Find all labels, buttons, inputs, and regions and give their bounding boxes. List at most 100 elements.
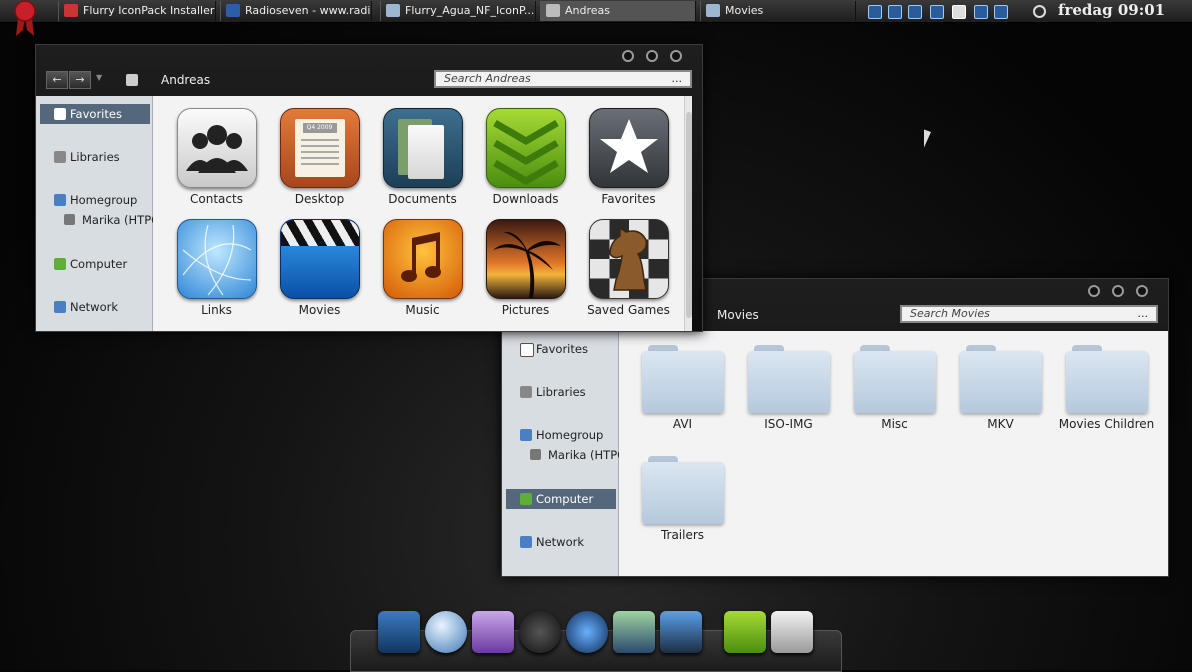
nav-item-favorites[interactable]: Favorites bbox=[40, 104, 150, 124]
video-icon[interactable] bbox=[660, 611, 702, 653]
nav-item-homegroup[interactable]: Homegroup bbox=[40, 190, 150, 210]
item-label: Favorites bbox=[601, 192, 656, 206]
recycle-bin-icon[interactable] bbox=[771, 611, 813, 653]
item-label: Desktop bbox=[294, 192, 345, 206]
mail-icon[interactable] bbox=[952, 5, 966, 19]
folder-item-pictures[interactable]: Pictures bbox=[474, 219, 577, 317]
tray-app-icon[interactable] bbox=[868, 5, 882, 19]
nav-item-homegroup[interactable]: Homegroup bbox=[506, 425, 616, 445]
folder-item[interactable]: Movies Children bbox=[1055, 345, 1158, 431]
scrollbar-thumb[interactable] bbox=[686, 112, 692, 318]
folder-item-movies[interactable]: Movies bbox=[268, 219, 371, 317]
forward-button[interactable]: → bbox=[69, 71, 91, 89]
folder-icon bbox=[386, 4, 400, 17]
network-icon bbox=[520, 536, 532, 548]
taskbar-item-label: Flurry_Agua_NF_IconP... bbox=[405, 4, 535, 17]
tray-app-icon[interactable] bbox=[994, 5, 1008, 19]
tray-app-icon[interactable] bbox=[908, 5, 922, 19]
nav-item-network[interactable]: Network bbox=[40, 297, 150, 317]
search-input[interactable]: Search Movies ... bbox=[900, 305, 1158, 323]
breadcrumb[interactable]: Movies bbox=[717, 308, 759, 322]
folder-item-links[interactable]: Links bbox=[165, 219, 268, 317]
folder-item-favorites[interactable]: Favorites bbox=[577, 108, 680, 206]
item-label: Saved Games bbox=[587, 303, 670, 317]
nav-label: Homegroup bbox=[70, 193, 138, 207]
chevron-down-icon[interactable]: ▼ bbox=[96, 73, 102, 82]
movies-clapper-icon bbox=[279, 219, 360, 299]
folder-item-contacts[interactable]: Contacts bbox=[165, 108, 268, 206]
folder-label: MKV bbox=[987, 417, 1014, 431]
minimize-button[interactable] bbox=[622, 50, 634, 62]
nav-item-network[interactable]: Network bbox=[506, 532, 616, 552]
folder-item-saved-games[interactable]: Saved Games bbox=[577, 219, 680, 317]
folder-item[interactable]: ISO-IMG bbox=[737, 345, 840, 431]
item-label: Movies bbox=[298, 303, 341, 317]
folder-icon bbox=[641, 456, 724, 524]
taskbar-item-installer[interactable]: Flurry IconPack Installer ... bbox=[58, 1, 216, 21]
file-manager-icon[interactable] bbox=[378, 611, 420, 653]
minimize-button[interactable] bbox=[1088, 285, 1100, 297]
navigation-pane: Favorites Libraries Homegroup Marika (HT… bbox=[502, 331, 625, 576]
folder-item[interactable]: Misc bbox=[843, 345, 946, 431]
breadcrumb[interactable]: Andreas bbox=[161, 73, 210, 87]
tray-app-icon[interactable] bbox=[974, 5, 988, 19]
folder-label: Trailers bbox=[660, 528, 705, 542]
item-label: Links bbox=[201, 303, 232, 317]
vertical-scrollbar[interactable] bbox=[684, 96, 692, 331]
folder-label: ISO-IMG bbox=[764, 417, 813, 431]
maximize-button[interactable] bbox=[646, 50, 658, 62]
nav-item-libraries[interactable]: Libraries bbox=[506, 382, 616, 402]
folder-item-documents[interactable]: Documents bbox=[371, 108, 474, 206]
folder-label: Movies Children bbox=[1058, 417, 1155, 431]
maximize-button[interactable] bbox=[1112, 285, 1124, 297]
nav-item-favorites[interactable]: Favorites bbox=[506, 339, 616, 359]
star-icon bbox=[54, 108, 66, 120]
clock[interactable]: fredag 09:01 bbox=[1058, 1, 1165, 19]
globe-icon[interactable] bbox=[425, 611, 467, 653]
arrow-left-icon: ← bbox=[52, 73, 62, 86]
search-options-button[interactable]: ... bbox=[1138, 307, 1149, 321]
folder-item-downloads[interactable]: Downloads bbox=[474, 108, 577, 206]
headphones-icon[interactable] bbox=[519, 611, 561, 653]
arrow-right-icon: → bbox=[75, 73, 85, 86]
chess-knight-icon bbox=[588, 219, 669, 299]
downloads-chevron-icon[interactable] bbox=[724, 611, 766, 653]
nav-item-libraries[interactable]: Libraries bbox=[40, 147, 150, 167]
favorites-star-icon bbox=[588, 108, 669, 188]
item-label: Music bbox=[405, 303, 440, 317]
close-button[interactable] bbox=[670, 50, 682, 62]
folder-item-desktop[interactable]: Q4 2009 Desktop bbox=[268, 108, 371, 206]
folder-item[interactable]: AVI bbox=[631, 345, 734, 431]
computer-icon bbox=[54, 258, 66, 270]
folder-label: AVI bbox=[672, 417, 693, 431]
navigation-pane: Favorites Libraries Homegroup Marika (HT… bbox=[36, 96, 159, 331]
desktop-icon-text: Q4 2009 bbox=[302, 123, 337, 133]
back-button[interactable]: ← bbox=[46, 71, 68, 89]
taskbar-item-radio[interactable]: Radioseven - www.radi... bbox=[220, 1, 372, 21]
tray-app-icon[interactable] bbox=[930, 5, 944, 19]
folder-item-music[interactable]: Music bbox=[371, 219, 474, 317]
award-ribbon-icon[interactable] bbox=[14, 0, 36, 36]
music-disc-icon[interactable] bbox=[566, 611, 608, 653]
item-label: Downloads bbox=[492, 192, 559, 206]
search-options-button[interactable]: ... bbox=[672, 72, 683, 86]
taskbar-item-movies[interactable]: Movies bbox=[700, 1, 856, 21]
network-icon bbox=[54, 301, 66, 313]
power-icon[interactable] bbox=[1033, 5, 1046, 18]
tray-app-icon[interactable] bbox=[888, 5, 902, 19]
search-input[interactable]: Search Andreas ... bbox=[434, 70, 692, 88]
nav-item-homegroup-member[interactable]: Marika (HTPC bbox=[60, 211, 159, 229]
folder-item[interactable]: Trailers bbox=[631, 456, 734, 542]
nav-item-computer[interactable]: Computer bbox=[40, 254, 150, 274]
folder-item[interactable]: MKV bbox=[949, 345, 1052, 431]
nav-item-computer[interactable]: Computer bbox=[506, 489, 616, 509]
close-button[interactable] bbox=[1136, 285, 1148, 297]
photos-icon[interactable] bbox=[613, 611, 655, 653]
desktop-icon: Q4 2009 bbox=[279, 108, 360, 188]
nav-item-homegroup-member[interactable]: Marika (HTPC bbox=[526, 446, 625, 464]
nav-label: Libraries bbox=[70, 150, 120, 164]
taskbar-item-andreas[interactable]: Andreas bbox=[540, 1, 696, 21]
download-icon[interactable] bbox=[472, 611, 514, 653]
star-icon bbox=[520, 343, 534, 357]
taskbar-item-folder[interactable]: Flurry_Agua_NF_IconP... bbox=[380, 1, 536, 21]
